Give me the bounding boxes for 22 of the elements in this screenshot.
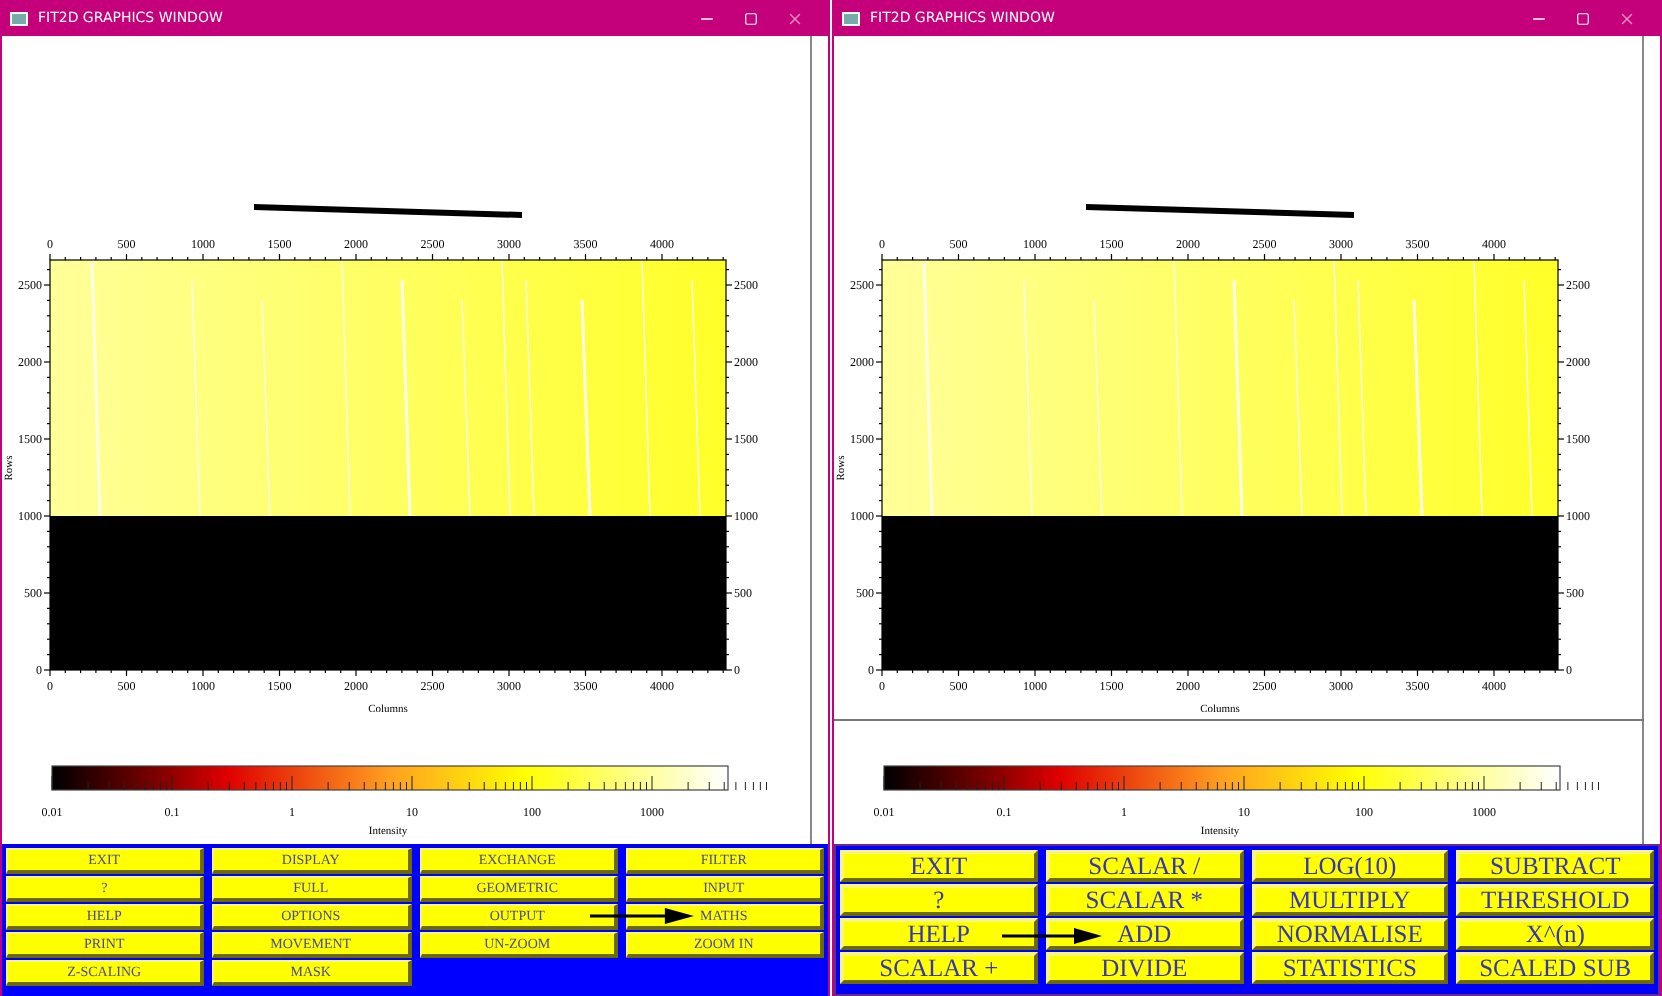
maximize-icon[interactable] [744,11,758,25]
app-icon [842,11,860,25]
menu-button[interactable]: MULTIPLY [1251,884,1449,916]
menu-button[interactable]: ? [840,884,1038,916]
close-icon[interactable] [1618,9,1636,27]
menu-button[interactable]: ADD [1045,918,1243,950]
menu-button[interactable]: SCALAR * [1045,884,1243,916]
menu-button[interactable]: LOG(10) [1251,850,1449,882]
close-icon[interactable] [786,9,804,27]
menu-button[interactable]: EXIT [840,850,1038,882]
menu-button[interactable]: HELP [840,918,1038,950]
app-icon [10,11,28,25]
menu-button[interactable]: THRESHOLD [1456,884,1654,916]
menu-button[interactable]: SCALED SUB [1456,952,1654,984]
menu-button[interactable]: X^(n) [1456,918,1654,950]
menu-button[interactable]: STATISTICS [1251,952,1449,984]
menu-button[interactable]: DIVIDE [1045,952,1243,984]
menu-button[interactable]: NORMALISE [1251,918,1449,950]
menu-button[interactable]: SCALAR / [1045,850,1243,882]
menu-button[interactable]: SUBTRACT [1456,850,1654,882]
menu-button[interactable]: SCALAR + [840,952,1038,984]
maximize-icon[interactable] [1576,11,1590,25]
